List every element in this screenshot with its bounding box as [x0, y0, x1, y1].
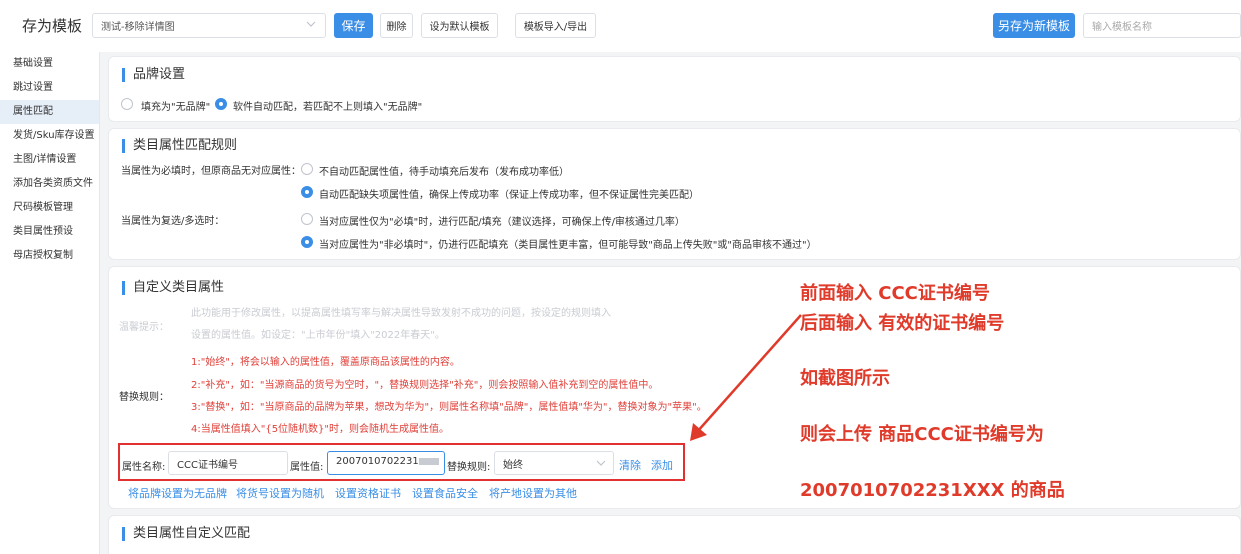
annotation-line-4: 则会上传 商品CCC证书编号为: [800, 424, 1044, 445]
annotation-line-3: 如截图所示: [800, 368, 890, 389]
annotation-arrow: [690, 314, 802, 441]
annotation-line-1: 前面输入 CCC证书编号: [800, 283, 990, 304]
annotation-line-2: 后面输入 有效的证书编号: [800, 313, 1005, 334]
annotation-line-5: 2007010702231XXX 的商品: [800, 480, 1065, 501]
